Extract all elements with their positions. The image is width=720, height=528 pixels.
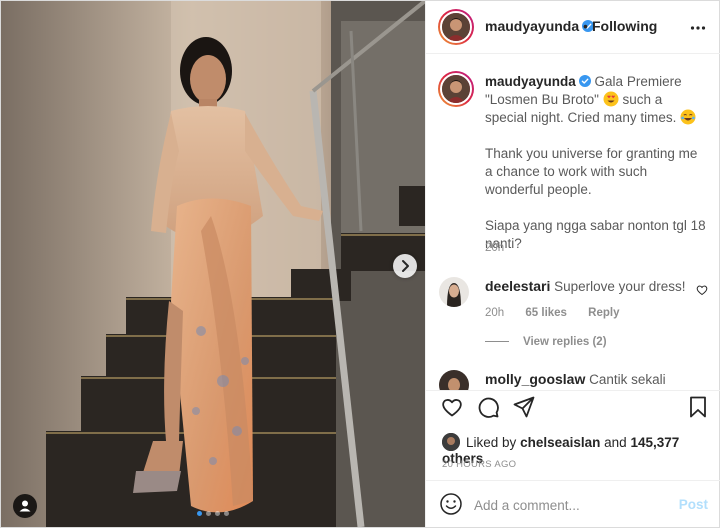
caption-author-avatar[interactable] — [438, 71, 474, 107]
bookmark-icon[interactable] — [686, 395, 710, 419]
commenter-avatar[interactable] — [439, 370, 469, 390]
user-tag-icon — [19, 500, 31, 512]
commenter-avatar-image — [439, 370, 469, 390]
comment-body: Superlove your dress! — [554, 279, 686, 294]
carousel-dot — [215, 511, 220, 516]
post-details-panel: maudyayunda • Following maudyayunda Gala… — [425, 1, 720, 527]
comment-likes[interactable]: 65 likes — [525, 307, 567, 319]
heart-eyes-emoji-icon — [603, 91, 619, 107]
likes-prefix: Liked by — [466, 435, 517, 450]
liker-avatar-image — [442, 433, 460, 451]
comment-reply-button[interactable]: Reply — [588, 307, 619, 319]
post-actions: Liked by chelseaislan and 145,377 others… — [426, 390, 720, 480]
comment-username[interactable]: deelestari — [485, 278, 550, 294]
commenter-avatar-image — [439, 277, 469, 307]
caption-time: 20h — [485, 242, 505, 254]
carousel-indicator — [197, 511, 229, 517]
instagram-post: maudyayunda • Following maudyayunda Gala… — [0, 0, 720, 528]
tagged-users-button[interactable] — [13, 494, 37, 518]
comment-meta: 20h 65 likes Reply — [485, 307, 620, 319]
replies-divider — [485, 341, 509, 343]
carousel-dot — [206, 511, 211, 516]
share-icon[interactable] — [512, 395, 536, 419]
author-avatar[interactable] — [438, 9, 474, 45]
tears-of-joy-emoji-icon — [680, 109, 696, 125]
smiley-icon[interactable] — [440, 493, 462, 515]
header-separator: • — [583, 18, 588, 34]
comment-text: deelestari Superlove your dress! — [485, 278, 685, 294]
comments-section[interactable]: maudyayunda Gala Premiere "Losmen Bu Bro… — [426, 55, 720, 390]
comment-time: 20h — [485, 307, 505, 319]
caption-paragraph-2: Thank you universe for granting me a cha… — [485, 146, 702, 197]
comment-icon[interactable] — [476, 395, 500, 419]
view-replies-button[interactable]: View replies (2) — [485, 336, 607, 348]
comment-body: Cantik sekali — [589, 372, 666, 387]
comment-like-heart-icon[interactable] — [696, 284, 708, 296]
caption-username[interactable]: maudyayunda — [485, 74, 576, 89]
comment-username[interactable]: molly_gooslaw — [485, 371, 585, 387]
author-username[interactable]: maudyayunda — [485, 18, 595, 34]
author-avatar-image — [442, 75, 470, 103]
liker-username[interactable]: chelseaislan — [520, 435, 600, 450]
add-comment-bar: Post — [426, 480, 720, 527]
view-replies-label: View replies (2) — [523, 336, 607, 348]
post-header: maudyayunda • Following — [426, 1, 720, 54]
heart-icon[interactable] — [440, 395, 464, 419]
author-avatar-image — [442, 13, 470, 41]
commenter-avatar[interactable] — [439, 277, 469, 307]
post-timestamp[interactable]: 20 HOURS AGO — [442, 459, 516, 470]
verified-badge-icon — [578, 75, 591, 87]
likes-conjunction: and — [604, 435, 627, 450]
carousel-next-button[interactable] — [393, 254, 417, 278]
chevron-right-icon — [402, 260, 409, 272]
photo-illustration — [1, 1, 425, 527]
comment-text: molly_gooslaw Cantik sekali — [485, 371, 666, 387]
comment-input[interactable] — [474, 495, 664, 515]
carousel-dot — [197, 511, 202, 516]
following-button[interactable]: Following — [592, 18, 657, 34]
liker-avatar[interactable] — [442, 433, 460, 451]
caption-text: maudyayunda Gala Premiere "Losmen Bu Bro… — [485, 73, 707, 271]
caption-paragraph-3: Siapa yang ngga sabar nonton tgl 18 nant… — [485, 218, 710, 251]
more-options-icon[interactable] — [690, 20, 706, 36]
post-photo[interactable] — [1, 1, 425, 527]
post-comment-button[interactable]: Post — [679, 497, 708, 512]
carousel-dot — [224, 511, 229, 516]
